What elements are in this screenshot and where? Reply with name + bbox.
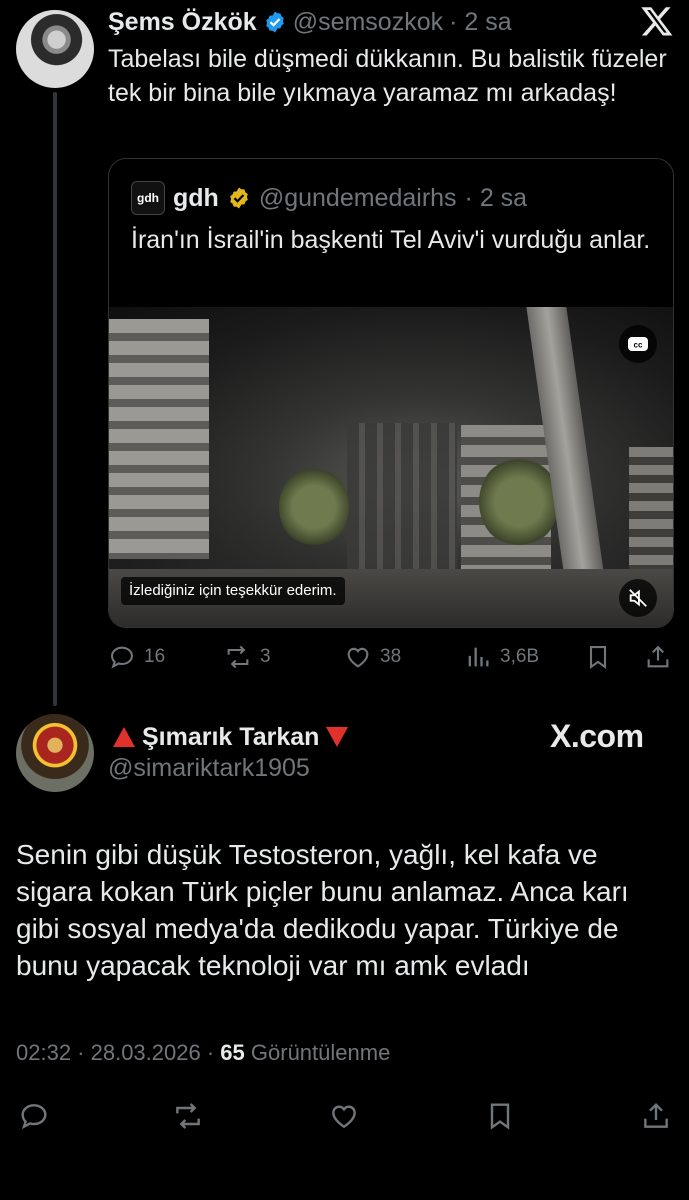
reply-button[interactable]	[14, 1096, 54, 1136]
share-button[interactable]	[644, 640, 672, 674]
bookmark-button[interactable]	[480, 1096, 520, 1136]
bookmark-button[interactable]	[584, 640, 612, 674]
author-name[interactable]: Şımarık Tarkan	[142, 723, 319, 752]
tweet-action-bar: 16 3 38 3,6B	[108, 640, 674, 674]
tweet-timestamp[interactable]: 02:32 · 28.03.2026 ·	[16, 1040, 214, 1065]
reply-icon	[111, 646, 133, 669]
muted-speaker-icon	[629, 589, 647, 607]
video-caption: İzlediğiniz için teşekkür ederim.	[121, 577, 345, 605]
share-icon	[644, 1102, 668, 1128]
video-tree	[479, 457, 559, 547]
author-name[interactable]: Şems Özkök	[108, 8, 257, 37]
quoted-tweet-time[interactable]: · 2 sa	[465, 184, 528, 213]
video-building	[109, 319, 209, 559]
like-count: 38	[380, 646, 402, 667]
repost-button[interactable]: 3	[224, 640, 271, 674]
share-icon	[647, 645, 669, 668]
x-logo-icon[interactable]	[640, 4, 674, 38]
closed-captions-button[interactable]: cc	[619, 325, 657, 363]
repost-icon	[176, 1103, 200, 1129]
closed-captions-icon: cc	[628, 337, 648, 351]
share-button[interactable]	[636, 1096, 676, 1136]
red-triangle-down-icon	[326, 727, 349, 747]
bookmark-icon	[589, 646, 607, 669]
quoted-tweet-text: İran'ın İsrail'in başkenti Tel Aviv'i vu…	[131, 226, 651, 254]
views-chart-icon	[468, 647, 489, 667]
quoted-author-name[interactable]: gdh	[173, 184, 219, 213]
verified-badge-icon	[265, 11, 284, 33]
tweet-text: Tabelası bile düşmedi dükkanın. Bu balis…	[108, 45, 667, 107]
tweet-text: Senin gibi düşük Testosteron, yağlı, kel…	[16, 839, 629, 981]
quoted-tweet[interactable]: gdh gdh @gundemedairhs · 2 sa İran'ın İs…	[108, 158, 674, 628]
like-button[interactable]	[324, 1096, 364, 1136]
view-count: 3,6B	[500, 646, 540, 667]
reply-icon	[21, 1104, 47, 1130]
video-tree	[279, 467, 349, 547]
gdh-avatar[interactable]: gdh	[131, 181, 165, 215]
video-player[interactable]: cc İzlediğiniz için teşekkür ederim.	[109, 307, 673, 627]
views-count: 65	[220, 1040, 245, 1065]
avatar-simarik-tarkan[interactable]	[16, 714, 94, 792]
views-button[interactable]: 3,6B	[464, 640, 539, 674]
author-handle[interactable]: @simariktark1905	[108, 754, 310, 783]
tweet-time[interactable]: · 2 sa	[449, 8, 512, 37]
bookmark-icon	[490, 1103, 510, 1130]
quoted-author-handle[interactable]: @gundemedairhs	[259, 184, 457, 213]
repost-icon	[227, 645, 249, 669]
x-com-watermark: X.com	[550, 718, 644, 754]
quoted-tweet-header: gdh gdh @gundemedairhs · 2 sa	[131, 181, 527, 215]
repost-count: 3	[260, 646, 271, 667]
verified-gold-badge-icon	[230, 187, 248, 209]
tweet-header: Şems Özkök @semsozkok · 2 sa	[108, 6, 512, 38]
like-button[interactable]: 38	[344, 640, 401, 674]
author-handle[interactable]: @semsozkok	[293, 8, 443, 37]
tweet-action-bar	[0, 1096, 689, 1136]
heart-icon	[332, 1105, 356, 1129]
red-triangle-up-icon	[113, 727, 135, 747]
mute-button[interactable]	[619, 579, 657, 617]
repost-button[interactable]	[168, 1096, 208, 1136]
svg-text:cc: cc	[634, 341, 643, 350]
video-building	[347, 423, 457, 573]
tweet-meta: 02:32 · 28.03.2026 · 65 Görüntülenme	[16, 1040, 390, 1066]
video-building	[629, 447, 673, 577]
thread-line	[53, 92, 57, 706]
heart-icon	[347, 647, 369, 668]
reply-button[interactable]: 16	[108, 640, 165, 674]
avatar-sems-ozkok[interactable]	[16, 10, 94, 88]
views-label: Görüntülenme	[250, 1040, 391, 1065]
reply-count: 16	[144, 646, 166, 667]
author-name-row: Şımarık Tarkan	[112, 720, 349, 754]
